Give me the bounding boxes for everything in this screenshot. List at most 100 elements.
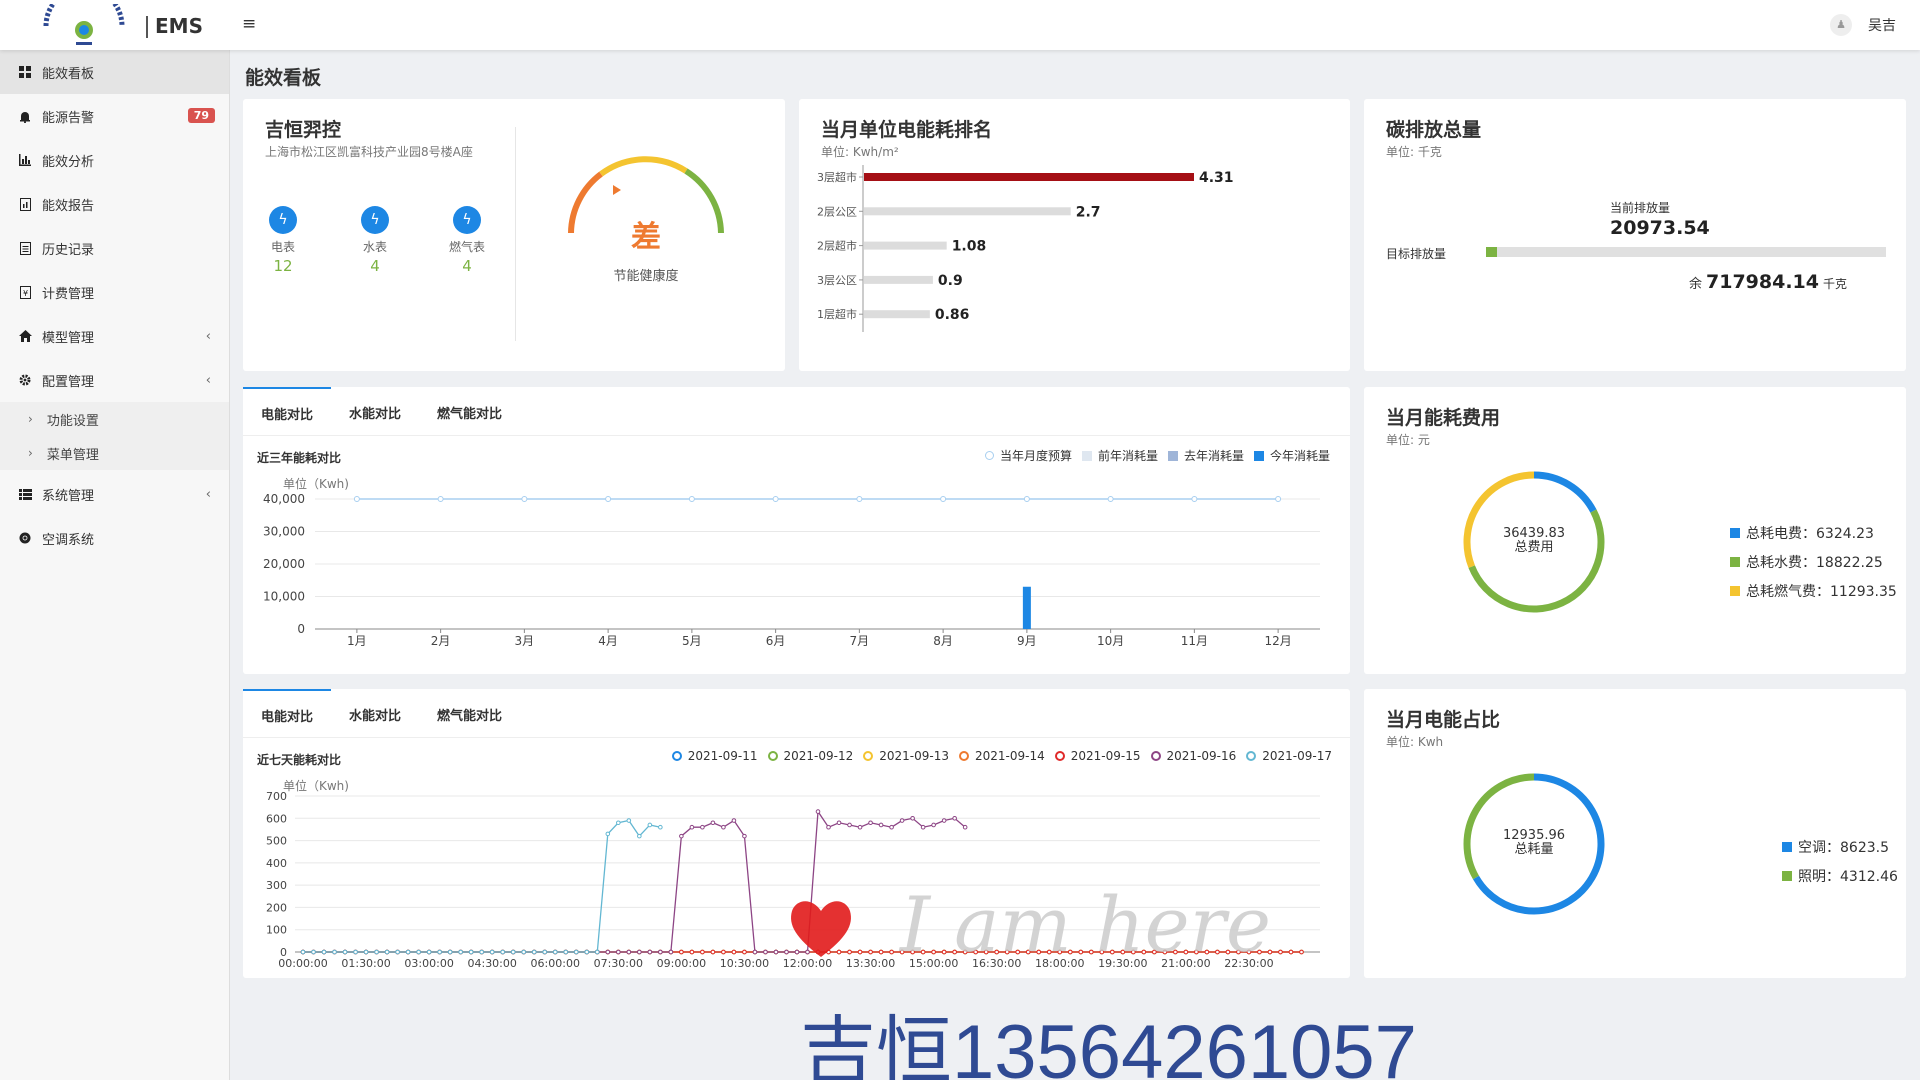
legend-item[interactable]: 2021-09-16 bbox=[1150, 749, 1237, 763]
chevron-left-icon: ‹ bbox=[205, 328, 211, 344]
y-tick-label: 300 bbox=[266, 879, 287, 892]
sidebar-item-system[interactable]: 系统管理 ‹ bbox=[0, 472, 229, 516]
sidebar-item-analysis[interactable]: 能效分析 bbox=[0, 138, 229, 182]
series-point bbox=[889, 949, 894, 955]
series-point bbox=[679, 833, 684, 839]
emission-progress-track bbox=[1486, 247, 1886, 257]
sidebar-item-dashboard[interactable]: 能效看板 bbox=[0, 50, 229, 94]
legend-swatch bbox=[863, 751, 874, 761]
company-address: 上海市松江区凯富科技产业园8号楼A座 bbox=[265, 145, 473, 159]
sidebar-item-report[interactable]: 能效报告 bbox=[0, 182, 229, 226]
page-title: 能效看板 bbox=[245, 67, 322, 89]
hamburger-icon[interactable]: ≡ bbox=[242, 14, 256, 34]
y-tick-label: 10,000 bbox=[263, 590, 305, 604]
meter-electric[interactable]: ϟ 电表 12 bbox=[253, 206, 313, 275]
y-tick-label: 0 bbox=[297, 622, 305, 636]
legend-item[interactable]: 总耗水费：18822.25 bbox=[1730, 552, 1897, 572]
sidebar-item-label: 能效报告 bbox=[42, 198, 95, 214]
heart-scribble-icon bbox=[791, 901, 851, 957]
legend-label: 2021-09-12 bbox=[783, 749, 854, 763]
sidebar-item-models[interactable]: 模型管理 ‹ bbox=[0, 314, 229, 358]
tab-gas[interactable]: 燃气能对比 bbox=[419, 689, 520, 739]
user-icon[interactable]: ♟ bbox=[1830, 14, 1852, 36]
cost-center: 36439.83 总费用 bbox=[1459, 527, 1609, 555]
sidebar-item-history[interactable]: 历史记录 bbox=[0, 226, 229, 270]
legend-item[interactable]: 今年消耗量 bbox=[1253, 447, 1330, 464]
sidebar-subitem-function[interactable]: › 功能设置 bbox=[0, 402, 229, 436]
x-tick-label: 07:30:00 bbox=[594, 957, 643, 970]
budget-point bbox=[1107, 496, 1114, 502]
meter-water[interactable]: ϟ 水表 4 bbox=[345, 206, 405, 275]
x-tick-label: 12月 bbox=[1264, 634, 1291, 647]
legend-item[interactable]: 2021-09-13 bbox=[863, 749, 949, 763]
legend-item[interactable]: 2021-09-12 bbox=[767, 749, 854, 763]
chrome-icon bbox=[18, 531, 32, 545]
series-point bbox=[363, 949, 369, 955]
series-point bbox=[637, 949, 642, 955]
grid-icon bbox=[18, 65, 32, 79]
legend-item[interactable]: 当年月度预算 bbox=[984, 447, 1072, 464]
series-point bbox=[1278, 949, 1283, 955]
series-point bbox=[531, 949, 537, 955]
series-point bbox=[868, 949, 873, 955]
meter-gas[interactable]: ϟ 燃气表 4 bbox=[437, 206, 497, 275]
legend-item[interactable]: 总耗燃气费：11293.35 bbox=[1730, 581, 1897, 601]
legend-item[interactable]: 2021-09-17 bbox=[1246, 749, 1332, 763]
tab-electric[interactable]: 电能对比 bbox=[243, 387, 332, 437]
legend-item[interactable]: 2021-09-14 bbox=[959, 749, 1045, 763]
chevron-right-icon: › bbox=[28, 412, 33, 426]
tab-electric[interactable]: 电能对比 bbox=[243, 689, 332, 739]
legend-item[interactable]: 前年消耗量 bbox=[1081, 447, 1158, 464]
brand-separator bbox=[146, 16, 148, 38]
x-tick-label: 04:30:00 bbox=[467, 957, 516, 970]
carbon-card: 碳排放总量 单位: 千克 当前排放量 20973.54 目标排放量 余 7179… bbox=[1364, 99, 1906, 371]
sidebar: 能效看板 能源告警 79 能效分析 能效报告 历史记录 ¥ 计费管理 模型管理 … bbox=[0, 50, 230, 1080]
y-tick-label: 30,000 bbox=[263, 525, 305, 539]
ranking-bar bbox=[864, 275, 933, 284]
legend-label: 2021-09-16 bbox=[1166, 749, 1237, 763]
series-point bbox=[437, 949, 442, 955]
elec-title: 当月电能占比 bbox=[1386, 709, 1501, 731]
sidebar-subitem-menu[interactable]: › 菜单管理 bbox=[0, 436, 229, 470]
series-point bbox=[721, 949, 726, 955]
ranking-category-label: 2层超市 bbox=[817, 239, 857, 253]
tab-water[interactable]: 水能对比 bbox=[331, 689, 419, 739]
sidebar-item-config[interactable]: 配置管理 ‹ bbox=[0, 358, 229, 402]
series-point bbox=[658, 949, 663, 955]
home-icon bbox=[18, 329, 32, 343]
series-point bbox=[899, 818, 905, 823]
series-point bbox=[710, 820, 716, 826]
series-point bbox=[489, 949, 495, 955]
series-point bbox=[416, 949, 421, 955]
emission-progress-fill bbox=[1486, 247, 1498, 257]
ranking-value-label: 2.7 bbox=[1076, 204, 1101, 220]
series-point bbox=[857, 824, 863, 830]
legend-item[interactable]: 去年消耗量 bbox=[1167, 447, 1244, 464]
sidebar-item-alarm[interactable]: 能源告警 79 bbox=[0, 94, 229, 138]
legend-label: 2021-09-13 bbox=[879, 749, 949, 763]
legend-swatch bbox=[767, 751, 778, 761]
sidebar-item-billing[interactable]: ¥ 计费管理 bbox=[0, 270, 229, 314]
legend-item[interactable]: 照明：4312.46 bbox=[1782, 866, 1898, 886]
ranking-category-label: 2层公区 bbox=[817, 205, 857, 218]
tab-water[interactable]: 水能对比 bbox=[331, 387, 419, 437]
legend-item[interactable]: 总耗电费：6324.23 bbox=[1730, 523, 1897, 543]
alarm-count-badge: 79 bbox=[187, 108, 215, 123]
series-point bbox=[1299, 949, 1304, 955]
yearly-chart: 40,000 30,000 20,000 10,000 0 1月 2月 3月 4月 5月 6月 7月 8… bbox=[263, 492, 1320, 647]
series-point bbox=[763, 949, 768, 955]
user-name[interactable]: 吴吉 bbox=[1868, 15, 1896, 35]
health-label: 节能健康度 bbox=[613, 269, 679, 284]
legend-item[interactable]: 空调：8623.5 bbox=[1782, 837, 1898, 857]
sidebar-item-hvac[interactable]: 空调系统 bbox=[0, 516, 229, 560]
series-point bbox=[321, 949, 327, 955]
legend-item[interactable]: 2021-09-11 bbox=[671, 749, 758, 763]
ranking-bar bbox=[864, 207, 1071, 216]
series-point bbox=[616, 820, 621, 826]
legend-label: 2021-09-17 bbox=[1262, 749, 1332, 763]
remain-unit: 千克 bbox=[1823, 277, 1848, 291]
legend-item[interactable]: 2021-09-15 bbox=[1054, 749, 1141, 763]
tab-gas[interactable]: 燃气能对比 bbox=[419, 387, 520, 437]
series-point bbox=[1288, 949, 1294, 955]
x-tick-label: 06:00:00 bbox=[531, 957, 580, 970]
